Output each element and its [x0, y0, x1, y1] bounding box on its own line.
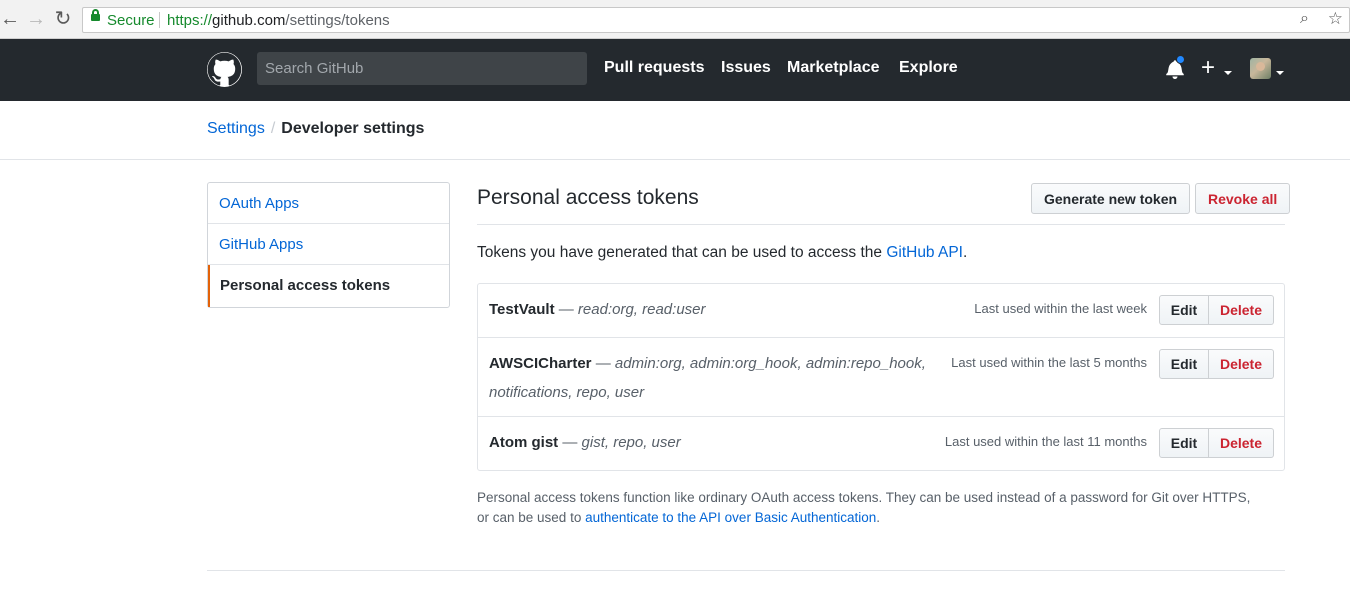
sidebar-item-personal-access-tokens[interactable]: Personal access tokens	[208, 265, 449, 307]
breadcrumb: Settings / Developer settings	[207, 120, 424, 138]
token-actions: Edit Delete	[1159, 349, 1274, 379]
bookmark-star-icon[interactable]: ☆	[1328, 9, 1343, 29]
reload-icon[interactable]: ↻	[53, 8, 73, 30]
note-text-line2: or can be used to	[477, 510, 586, 525]
breadcrumb-separator: /	[270, 120, 276, 137]
address-divider	[159, 12, 160, 28]
create-new-plus-icon[interactable]: +	[1201, 54, 1215, 82]
chevron-down-icon[interactable]	[1276, 71, 1284, 75]
delete-token-button[interactable]: Delete	[1209, 428, 1274, 458]
edit-token-button[interactable]: Edit	[1159, 349, 1209, 379]
nav-pull-requests[interactable]: Pull requests	[604, 59, 704, 77]
github-api-link[interactable]: GitHub API	[886, 244, 963, 261]
search-input[interactable]	[257, 52, 587, 85]
notification-unread-dot	[1176, 55, 1185, 64]
token-row: Atom gist — gist, repo, user Last used w…	[478, 417, 1284, 470]
title-divider	[477, 224, 1285, 225]
token-dash: —	[554, 301, 578, 318]
edit-token-button[interactable]: Edit	[1159, 428, 1209, 458]
nav-explore[interactable]: Explore	[899, 59, 958, 77]
intro-text: Tokens you have generated that can be us…	[477, 244, 967, 262]
token-name: AWSCICharter	[489, 355, 592, 372]
token-name: TestVault	[489, 301, 555, 318]
token-last-used: Last used within the last 11 months	[944, 434, 1147, 449]
breadcrumb-current: Developer settings	[281, 120, 425, 137]
revoke-all-button[interactable]: Revoke all	[1195, 183, 1291, 214]
browser-toolbar: ← → ↻ Secure https://github.com/settings…	[0, 0, 1350, 39]
token-actions: Edit Delete	[1159, 295, 1274, 325]
token-row: AWSCICharter — admin:org, admin:org_hook…	[478, 338, 1284, 417]
nav-marketplace[interactable]: Marketplace	[787, 59, 880, 77]
page-title: Personal access tokens	[477, 186, 699, 209]
generate-new-token-button[interactable]: Generate new token	[1031, 183, 1191, 214]
token-name: Atom gist	[489, 434, 559, 451]
nav-issues[interactable]: Issues	[721, 59, 771, 77]
github-logo-icon[interactable]	[207, 52, 242, 87]
back-arrow-icon[interactable]: ←	[0, 8, 20, 30]
token-scopes: gist, repo, user	[581, 434, 681, 451]
token-dash: —	[591, 355, 615, 372]
developer-settings-menu: OAuth Apps GitHub Apps Personal access t…	[207, 182, 450, 308]
help-note: Personal access tokens function like ord…	[477, 488, 1297, 528]
breadcrumb-settings-link[interactable]: Settings	[207, 120, 265, 137]
user-avatar[interactable]	[1250, 58, 1271, 79]
intro-text-before: Tokens you have generated that can be us…	[477, 244, 887, 261]
sidebar-item-github-apps[interactable]: GitHub Apps	[208, 224, 449, 265]
site-header: Pull requests Issues Marketplace Explore…	[0, 39, 1350, 101]
sidebar-item-oauth-apps[interactable]: OAuth Apps	[208, 183, 449, 224]
intro-text-after: .	[963, 244, 968, 261]
url-scheme: https://	[167, 12, 213, 29]
chevron-down-icon[interactable]	[1224, 71, 1232, 75]
token-scopes: read:org, read:user	[577, 301, 706, 318]
token-last-used: Last used within the last 5 months	[951, 355, 1147, 370]
url-host: github.com	[212, 12, 286, 29]
lock-icon	[91, 9, 100, 21]
url-text[interactable]: https://github.com/settings/tokens	[167, 12, 390, 29]
token-actions: Edit Delete	[1159, 428, 1274, 458]
delete-token-button[interactable]: Delete	[1209, 295, 1274, 325]
token-dash: —	[558, 434, 582, 451]
address-bar[interactable]: Secure https://github.com/settings/token…	[82, 7, 1350, 33]
token-description: AWSCICharter — admin:org, admin:org_hook…	[489, 349, 934, 407]
token-scopes-continued: notifications, repo, user	[489, 384, 645, 401]
footer-divider	[207, 570, 1285, 571]
secure-label: Secure	[107, 12, 155, 29]
notifications-bell-icon[interactable]	[1166, 55, 1185, 79]
token-description: Atom gist — gist, repo, user	[489, 428, 681, 457]
breadcrumb-divider	[0, 159, 1350, 160]
basic-auth-link[interactable]: authenticate to the API over Basic Authe…	[585, 510, 876, 525]
edit-token-button[interactable]: Edit	[1159, 295, 1209, 325]
zoom-icon[interactable]: ⌕	[1300, 10, 1309, 28]
token-description: TestVault — read:org, read:user	[489, 295, 706, 324]
token-list: TestVault — read:org, read:user Last use…	[477, 283, 1285, 471]
forward-arrow-icon[interactable]: →	[26, 8, 46, 30]
token-row: TestVault — read:org, read:user Last use…	[478, 284, 1284, 338]
note-text-line1: Personal access tokens function like ord…	[477, 490, 1251, 505]
delete-token-button[interactable]: Delete	[1209, 349, 1274, 379]
token-last-used: Last used within the last week	[974, 301, 1147, 316]
token-scopes: admin:org, admin:org_hook, admin:repo_ho…	[614, 355, 926, 372]
url-path: /settings/tokens	[285, 12, 390, 29]
note-text-after: .	[876, 510, 881, 525]
